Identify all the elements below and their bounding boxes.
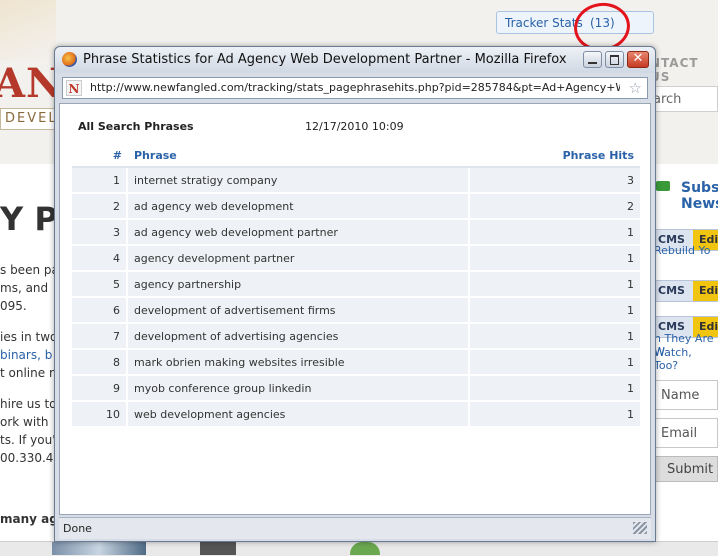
column-header-phrase[interactable]: Phrase (128, 144, 470, 168)
close-icon: ✕ (632, 51, 644, 66)
row-phrase: web development agencies (128, 402, 470, 428)
row-hits: 1 (470, 272, 640, 298)
row-phrase: mark obrien making websites irresible (128, 350, 470, 376)
window-titlebar[interactable]: Phrase Statistics for Ad Agency Web Deve… (55, 47, 655, 73)
cms-label: CMS (658, 284, 685, 297)
body-text: t online r (0, 366, 54, 380)
row-hits: 1 (470, 246, 640, 272)
body-heading: many ag (0, 512, 58, 526)
logo-rays-graphic (0, 0, 56, 60)
name-field[interactable]: Name (654, 380, 718, 410)
table-row: 10 web development agencies 1 (72, 402, 640, 428)
body-text: ts. If you' (0, 433, 56, 447)
row-phrase: development of advertising agencies (128, 324, 470, 350)
email-field[interactable]: Email (654, 418, 718, 448)
table-row: 3 ad agency web development partner 1 (72, 220, 640, 246)
status-text: Done (63, 522, 92, 535)
webinars-link[interactable]: binars, b (0, 348, 52, 362)
row-hits: 1 (470, 298, 640, 324)
row-phrase: development of advertisement firms (128, 298, 470, 324)
row-hits: 1 (470, 324, 640, 350)
row-phrase: internet stratigy company (128, 168, 470, 194)
thumbnail-image (52, 542, 146, 555)
search-input[interactable]: arch (650, 86, 718, 112)
row-number: 7 (72, 324, 128, 350)
row-number: 6 (72, 298, 128, 324)
table-row: 9 myob conference group linkedin 1 (72, 376, 640, 402)
article-link[interactable]: Watch, Too? (654, 346, 718, 372)
table-row: 5 agency partnership 1 (72, 272, 640, 298)
tracker-stats-label: Tracker Stats (505, 16, 583, 30)
url-text[interactable]: http://www.newfangled.com/tracking/stats… (90, 81, 620, 94)
minimize-button[interactable] (583, 51, 602, 68)
subscribe-label: Subsc (681, 180, 718, 196)
phrase-statistics-window[interactable]: Phrase Statistics for Ad Agency Web Deve… (54, 46, 656, 542)
row-number: 9 (72, 376, 128, 402)
body-text: ms, and (0, 281, 49, 295)
address-bar[interactable]: N http://www.newfangled.com/tracking/sta… (62, 77, 648, 99)
cms-edit-badge[interactable]: CMS Edit (654, 280, 718, 302)
table-row: 6 development of advertisement firms 1 (72, 298, 640, 324)
site-favicon-icon: N (66, 80, 82, 96)
phone-number: 00.330.4 (0, 451, 54, 465)
resize-grip-icon[interactable] (633, 522, 647, 534)
row-number: 8 (72, 350, 128, 376)
row-number: 2 (72, 194, 128, 220)
close-button[interactable]: ✕ (627, 51, 649, 68)
row-hits: 1 (470, 402, 640, 428)
row-phrase: ad agency web development partner (128, 220, 470, 246)
bookmark-star-icon[interactable]: ☆ (629, 79, 642, 97)
column-header-hits[interactable]: Phrase Hits (470, 144, 640, 168)
row-number: 10 (72, 402, 128, 428)
row-hits: 2 (470, 194, 640, 220)
report-content: All Search Phrases 12/17/2010 10:09 # Ph… (59, 103, 651, 515)
row-hits: 1 (470, 350, 640, 376)
body-text: s been pa (0, 263, 59, 277)
row-phrase: ad agency web development (128, 194, 470, 220)
row-phrase: agency partnership (128, 272, 470, 298)
subscribe-newsletter-link[interactable]: Subsc News (681, 180, 718, 212)
firefox-icon (62, 52, 77, 67)
row-hits: 3 (470, 168, 640, 194)
column-header-number[interactable]: # (72, 144, 128, 168)
row-phrase: agency development partner (128, 246, 470, 272)
phrase-table: # Phrase Phrase Hits 1 internet stratigy … (72, 144, 640, 428)
table-row: 7 development of advertising agencies 1 (72, 324, 640, 350)
newsletter-mail-icon (656, 181, 670, 191)
row-phrase: myob conference group linkedin (128, 376, 470, 402)
report-title: All Search Phrases (78, 120, 194, 133)
status-bar: Done (59, 517, 651, 539)
submit-button[interactable]: Submit (654, 456, 718, 482)
row-number: 5 (72, 272, 128, 298)
site-logo-subtitle: DEVEL (0, 108, 62, 130)
window-title: Phrase Statistics for Ad Agency Web Deve… (83, 52, 567, 67)
rebuild-link[interactable]: Rebuild Yo (654, 244, 710, 257)
table-row: 2 ad agency web development 2 (72, 194, 640, 220)
newsletter-label: News (681, 196, 718, 212)
thumbnail-image (350, 542, 380, 555)
thumbnail-image (200, 542, 236, 555)
table-row: 8 mark obrien making websites irresible 1 (72, 350, 640, 376)
row-hits: 1 (470, 220, 640, 246)
maximize-button[interactable] (605, 51, 624, 68)
body-text: 095. (0, 299, 27, 313)
report-date: 12/17/2010 10:09 (305, 120, 404, 133)
table-row: 4 agency development partner 1 (72, 246, 640, 272)
body-text: hire us to (0, 397, 57, 411)
contact-us-link[interactable]: NTACT US (650, 56, 718, 84)
edit-label: Edit (693, 281, 718, 301)
row-number: 3 (72, 220, 128, 246)
row-number: 4 (72, 246, 128, 272)
body-text: ies in two (0, 330, 58, 344)
row-hits: 1 (470, 376, 640, 402)
table-row: 1 internet stratigy company 3 (72, 168, 640, 194)
body-text: ork with (0, 415, 49, 429)
row-number: 1 (72, 168, 128, 194)
table-header-row: # Phrase Phrase Hits (72, 144, 640, 168)
